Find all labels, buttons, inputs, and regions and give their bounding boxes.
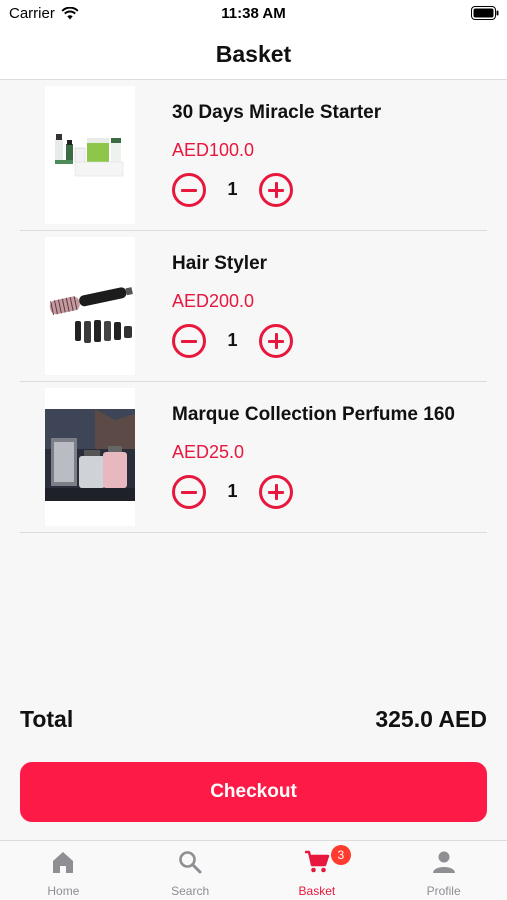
- basket-item[interactable]: Marque Collection Perfume 160 AED25.0 1: [20, 382, 487, 533]
- total-label: Total: [20, 705, 74, 732]
- quantity-value: 1: [227, 330, 238, 350]
- product-image: [45, 86, 135, 224]
- quantity-stepper: 1: [172, 173, 297, 207]
- total-value: 325.0 AED: [375, 705, 487, 732]
- profile-icon: [432, 851, 455, 873]
- product-name: Marque Collection Perfume 160: [172, 404, 455, 425]
- tab-search[interactable]: Search: [127, 841, 254, 900]
- status-time: 11:38 AM: [221, 5, 286, 22]
- tab-bar: Home Search 3 Basket Profile: [0, 840, 507, 900]
- product-image: [45, 237, 135, 375]
- tab-profile[interactable]: Profile: [380, 841, 507, 900]
- quantity-stepper: 1: [172, 324, 297, 358]
- quantity-stepper: 1: [172, 475, 297, 509]
- product-name: 30 Days Miracle Starter: [172, 102, 382, 123]
- minus-icon: [181, 339, 197, 343]
- tab-label: Basket: [298, 884, 336, 898]
- tab-label: Home: [47, 884, 80, 898]
- battery-icon: [471, 6, 499, 20]
- product-name: Hair Styler: [172, 253, 268, 274]
- basket-list: 30 Days Miracle Starter AED100.0 1 Hair …: [0, 80, 507, 533]
- decrease-quantity-button[interactable]: [172, 324, 206, 358]
- minus-icon: [181, 490, 197, 494]
- tab-home[interactable]: Home: [0, 841, 127, 900]
- product-price: AED25.0: [172, 442, 245, 462]
- cart-icon: [304, 850, 330, 873]
- home-icon: [53, 852, 74, 873]
- basket-item[interactable]: Hair Styler AED200.0 1: [20, 231, 487, 382]
- decrease-quantity-button[interactable]: [172, 173, 206, 207]
- quantity-value: 1: [227, 481, 238, 501]
- increase-quantity-button[interactable]: [259, 324, 293, 358]
- product-image: [45, 388, 135, 526]
- cart-count-badge: 3: [330, 845, 351, 865]
- page-title: Basket: [215, 41, 292, 67]
- tab-basket[interactable]: 3 Basket: [254, 841, 381, 900]
- quantity-value: 1: [227, 179, 238, 199]
- decrease-quantity-button[interactable]: [172, 475, 206, 509]
- navigation-bar: Basket: [0, 30, 507, 80]
- product-price: AED200.0: [172, 291, 255, 311]
- checkout-button[interactable]: Checkout: [20, 762, 487, 822]
- tab-label: Search: [171, 884, 210, 898]
- minus-icon: [181, 188, 197, 192]
- order-total: Total 325.0 AED: [20, 702, 487, 736]
- tab-label: Profile: [426, 884, 461, 898]
- product-price: AED100.0: [172, 140, 255, 160]
- increase-quantity-button[interactable]: [259, 173, 293, 207]
- increase-quantity-button[interactable]: [259, 475, 293, 509]
- search-icon: [179, 851, 202, 874]
- status-bar: Carrier 11:38 AM: [0, 0, 507, 30]
- basket-item[interactable]: 30 Days Miracle Starter AED100.0 1: [20, 80, 487, 231]
